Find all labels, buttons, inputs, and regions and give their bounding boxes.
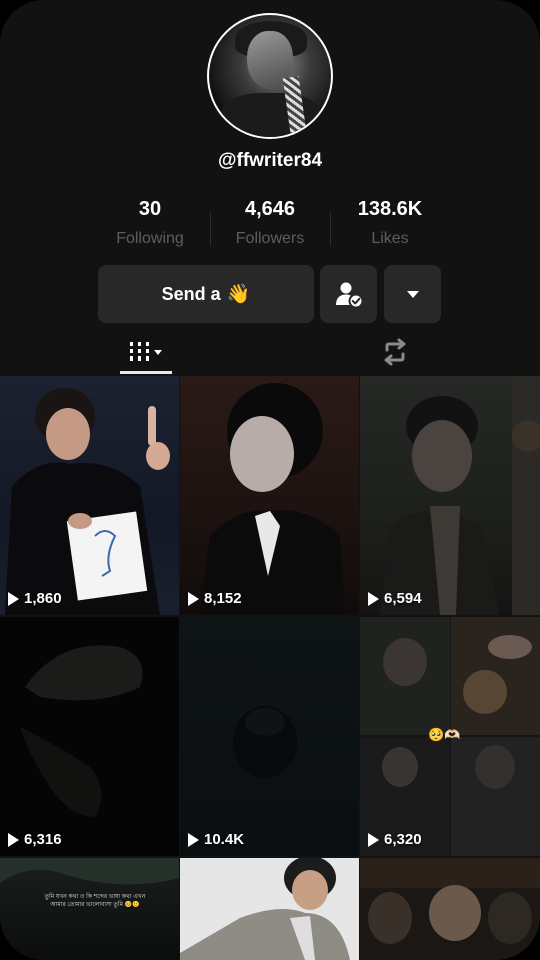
stat-followers[interactable]: 4,646 Followers [210, 198, 330, 248]
view-count: 6,320 [368, 831, 422, 848]
view-count-value: 8,152 [204, 590, 242, 607]
stat-following[interactable]: 30 Following [90, 198, 210, 248]
thumbnail-image [360, 858, 540, 944]
play-icon [188, 832, 199, 847]
video-thumbnail[interactable] [180, 858, 359, 960]
emoji-sticker: 🥺🫶🏻 [428, 727, 461, 742]
thumbnail-image [233, 706, 297, 778]
profile-username: @ffwriter84 [217, 150, 323, 171]
video-caption: তুমি যখন কথা ও কি শব্দের ভাষা কথা এখন আম… [44, 894, 146, 908]
more-options-button[interactable] [384, 265, 441, 323]
stat-likes-label: Likes [371, 230, 409, 247]
grid-bars-icon [130, 342, 162, 361]
friends-button[interactable] [320, 265, 377, 323]
send-message-button[interactable]: Send a 👋 [98, 265, 314, 323]
video-thumbnail[interactable]: 1,860 [0, 376, 179, 615]
view-count: 8,152 [188, 590, 242, 607]
thumbnail-image [0, 858, 179, 885]
video-thumbnail[interactable] [360, 858, 540, 960]
video-thumbnail[interactable]: তুমি যখন কথা ও কি শব্দের ভাষা কথা এখন আম… [0, 858, 179, 960]
profile-avatar[interactable] [207, 13, 333, 139]
thumbnail-image [380, 376, 540, 615]
play-icon [368, 591, 379, 606]
send-button-label: Send a [161, 283, 221, 304]
view-count-value: 6,316 [24, 831, 62, 848]
view-count: 6,316 [8, 831, 62, 848]
user-check-icon [335, 282, 363, 309]
caret-down-icon [406, 291, 419, 298]
video-thumbnail[interactable]: 8,152 [180, 376, 359, 615]
profile-stats: 30 Following 4,646 Followers 138.6K Like… [90, 198, 450, 248]
view-count-value: 1,860 [24, 590, 62, 607]
thumbnail-image [5, 388, 170, 615]
stat-followers-label: Followers [235, 230, 305, 247]
play-icon [8, 591, 19, 606]
thumbnail-image [200, 383, 345, 615]
tab-reposts[interactable] [377, 330, 413, 374]
tab-videos[interactable] [120, 330, 172, 374]
play-icon [8, 832, 19, 847]
profile-screen: @ffwriter84 30 Following 4,646 Followers… [0, 0, 540, 960]
view-count-value: 10.4K [204, 831, 245, 848]
play-icon [188, 591, 199, 606]
video-grid: 1,860 8,152 6,594 6,316 10.4K 🥺🫶🏻 6,320 … [0, 376, 540, 960]
thumbnail-image [20, 645, 143, 817]
stat-followers-value: 4,646 [244, 198, 296, 220]
stat-divider [330, 212, 331, 246]
waving-hand-icon: 👋 [226, 284, 251, 305]
profile-tabs [0, 330, 540, 374]
stat-following-label: Following [116, 230, 184, 247]
view-count: 1,860 [8, 590, 62, 607]
play-icon [368, 832, 379, 847]
video-thumbnail[interactable]: 🥺🫶🏻 6,320 [360, 617, 540, 856]
stat-likes-value: 138.6K [357, 198, 423, 220]
view-count: 6,594 [368, 590, 422, 607]
view-count-value: 6,320 [384, 831, 422, 848]
stat-divider [210, 212, 211, 246]
active-tab-indicator [120, 371, 172, 374]
video-thumbnail[interactable]: 6,594 [360, 376, 540, 615]
view-count-value: 6,594 [384, 590, 422, 607]
view-count: 10.4K [188, 831, 244, 848]
thumbnail-image [180, 858, 350, 960]
repost-icon [384, 338, 406, 366]
video-thumbnail[interactable]: 10.4K [180, 617, 359, 856]
stat-following-value: 30 [138, 198, 162, 220]
avatar-photo [209, 15, 331, 137]
video-thumbnail[interactable]: 6,316 [0, 617, 179, 856]
stat-likes[interactable]: 138.6K Likes [330, 198, 450, 248]
